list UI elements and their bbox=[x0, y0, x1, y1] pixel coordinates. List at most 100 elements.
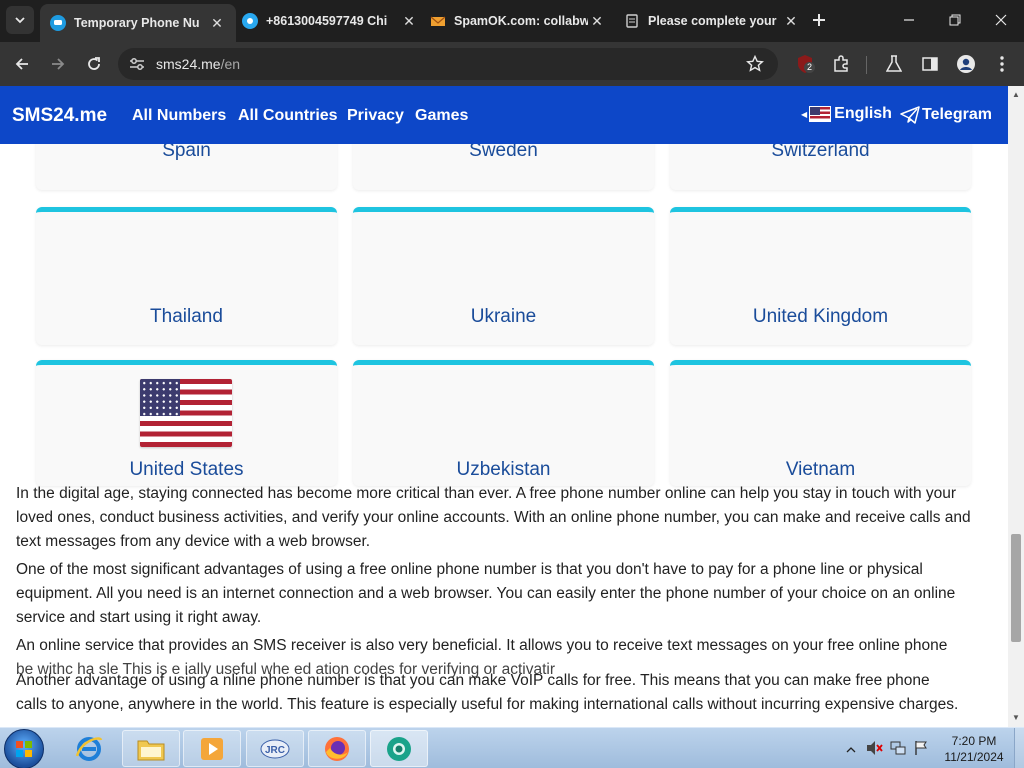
country-name: Uzbekistan bbox=[456, 459, 551, 480]
side-panel-button[interactable] bbox=[919, 53, 941, 75]
show-desktop-button[interactable] bbox=[1014, 728, 1024, 768]
start-button[interactable] bbox=[4, 729, 44, 768]
kebab-menu-icon bbox=[1000, 56, 1004, 72]
page-content: Spain Sweden Switzerland Thailand Ukrain… bbox=[0, 144, 1008, 727]
new-tab-button[interactable] bbox=[808, 9, 830, 31]
site-settings-icon[interactable] bbox=[128, 56, 146, 77]
profile-avatar-icon bbox=[957, 55, 975, 73]
back-button[interactable] bbox=[9, 51, 35, 77]
volume-muted-icon[interactable] bbox=[866, 740, 884, 761]
tab-temporary-phone[interactable]: Temporary Phone Nu ✕ bbox=[40, 4, 236, 42]
extension-badge: 2 bbox=[804, 62, 816, 73]
article-paragraph-2: One of the most significant advantages o… bbox=[16, 558, 996, 630]
reload-icon bbox=[88, 57, 100, 70]
media-player-icon bbox=[201, 737, 223, 760]
restore-icon bbox=[949, 14, 961, 26]
forward-arrow-icon bbox=[52, 58, 65, 70]
clock-date: 11/21/2024 bbox=[944, 750, 1004, 764]
phone-site-icon bbox=[242, 13, 258, 29]
reload-button[interactable] bbox=[81, 51, 107, 77]
chevron-down-icon bbox=[15, 17, 25, 24]
site-logo[interactable]: SMS24.me bbox=[12, 105, 107, 127]
close-window-button[interactable] bbox=[978, 0, 1024, 40]
country-name: Vietnam bbox=[785, 459, 856, 480]
country-card-sweden[interactable]: Sweden bbox=[353, 144, 654, 190]
tab-search-button[interactable] bbox=[6, 6, 34, 34]
country-card-spain[interactable]: Spain bbox=[36, 144, 337, 190]
paragraph-line: In the digital age, staying connected ha… bbox=[16, 485, 957, 502]
taskbar-media-player[interactable] bbox=[183, 730, 241, 767]
close-tab-icon[interactable]: ✕ bbox=[400, 13, 418, 30]
flask-icon bbox=[886, 55, 902, 72]
url-path: /en bbox=[220, 56, 241, 72]
browser-toolbar: sms24.me/en 2 bbox=[0, 42, 1024, 86]
country-card-ukraine[interactable]: Ukraine bbox=[353, 207, 654, 345]
folder-icon bbox=[137, 740, 165, 760]
browser-menu-button[interactable] bbox=[991, 53, 1013, 75]
tab-spamok[interactable]: SpamOK.com: collabw ✕ bbox=[420, 4, 616, 38]
close-tab-icon[interactable]: ✕ bbox=[782, 13, 800, 30]
language-selector[interactable]: ◀ English bbox=[801, 105, 892, 123]
side-panel-icon bbox=[922, 57, 938, 71]
tray-expand-icon[interactable] bbox=[846, 742, 856, 760]
svg-text:JRC: JRC bbox=[265, 745, 285, 756]
paragraph-line: calls to anyone, anywhere in the world. … bbox=[16, 696, 959, 713]
country-name: Switzerland bbox=[771, 144, 870, 161]
taskbar-jrc-app[interactable]: JRC bbox=[246, 730, 304, 767]
extension-shield-button[interactable]: 2 bbox=[794, 53, 816, 75]
tab-phone-number[interactable]: +8613004597749 Chi ✕ bbox=[232, 4, 428, 38]
country-name: United States bbox=[129, 459, 244, 480]
close-tab-icon[interactable]: ✕ bbox=[588, 13, 606, 30]
page-scrollbar[interactable]: ▲ ▼ bbox=[1008, 86, 1024, 727]
nav-games[interactable]: Games bbox=[415, 107, 468, 125]
country-card-united-states[interactable]: United States bbox=[36, 360, 337, 486]
clock-time: 7:20 PM bbox=[951, 734, 997, 748]
tab-title: SpamOK.com: collabw bbox=[454, 14, 588, 28]
nav-all-countries[interactable]: All Countries bbox=[238, 107, 338, 125]
taskbar-firefox[interactable] bbox=[308, 730, 366, 767]
close-icon bbox=[995, 14, 1007, 26]
restore-button[interactable] bbox=[932, 0, 978, 40]
extensions-button[interactable] bbox=[830, 53, 852, 75]
scrollbar-thumb[interactable] bbox=[1011, 534, 1021, 642]
taskbar-file-explorer[interactable] bbox=[122, 730, 180, 767]
close-tab-icon[interactable]: ✕ bbox=[208, 15, 226, 32]
spamok-icon bbox=[430, 13, 446, 29]
address-bar[interactable]: sms24.me/en bbox=[118, 48, 778, 80]
system-clock[interactable]: 7:20 PM 11/21/2024 bbox=[942, 733, 1006, 765]
jrc-app-icon: JRC bbox=[260, 739, 290, 758]
paragraph-line: equipment. All you need is an internet c… bbox=[16, 585, 956, 602]
nav-all-numbers[interactable]: All Numbers bbox=[132, 107, 226, 125]
scroll-up-arrow-icon[interactable]: ▲ bbox=[1012, 90, 1020, 99]
tab-title: +8613004597749 Chi bbox=[266, 14, 388, 28]
country-card-vietnam[interactable]: Vietnam bbox=[670, 360, 971, 486]
internet-explorer-icon bbox=[75, 736, 103, 761]
scroll-down-arrow-icon[interactable]: ▼ bbox=[1012, 713, 1020, 722]
forward-button[interactable] bbox=[45, 51, 71, 77]
toolbar-divider bbox=[866, 56, 867, 74]
network-icon[interactable] bbox=[890, 740, 906, 761]
labs-button[interactable] bbox=[883, 53, 905, 75]
country-card-uzbekistan[interactable]: Uzbekistan bbox=[353, 360, 654, 486]
taskbar-chrome-active[interactable] bbox=[370, 730, 428, 767]
telegram-link[interactable]: Telegram bbox=[900, 106, 992, 124]
paragraph-line: loved ones, conduct business activities,… bbox=[16, 509, 971, 526]
country-name: Thailand bbox=[150, 306, 223, 327]
action-center-flag-icon[interactable] bbox=[914, 740, 928, 761]
country-card-switzerland[interactable]: Switzerland bbox=[670, 144, 971, 190]
paragraph-line: Another advantage of using a nline phone… bbox=[16, 672, 930, 689]
caret-left-icon: ◀ bbox=[801, 109, 808, 119]
country-card-united-kingdom[interactable]: United Kingdom bbox=[670, 207, 971, 345]
windows-logo-icon bbox=[16, 741, 32, 757]
tab-please-complete[interactable]: Please complete your ✕ bbox=[614, 4, 810, 38]
firefox-icon bbox=[325, 736, 349, 761]
bookmark-star-icon[interactable] bbox=[746, 54, 764, 78]
nav-privacy[interactable]: Privacy bbox=[347, 107, 404, 125]
taskbar-internet-explorer[interactable] bbox=[60, 730, 118, 767]
minimize-button[interactable] bbox=[886, 0, 932, 40]
country-card-thailand[interactable]: Thailand bbox=[36, 207, 337, 345]
profile-button[interactable] bbox=[955, 53, 977, 75]
country-name: Spain bbox=[162, 144, 211, 161]
tab-title: Temporary Phone Nu bbox=[74, 16, 200, 30]
country-name: Ukraine bbox=[470, 306, 537, 327]
